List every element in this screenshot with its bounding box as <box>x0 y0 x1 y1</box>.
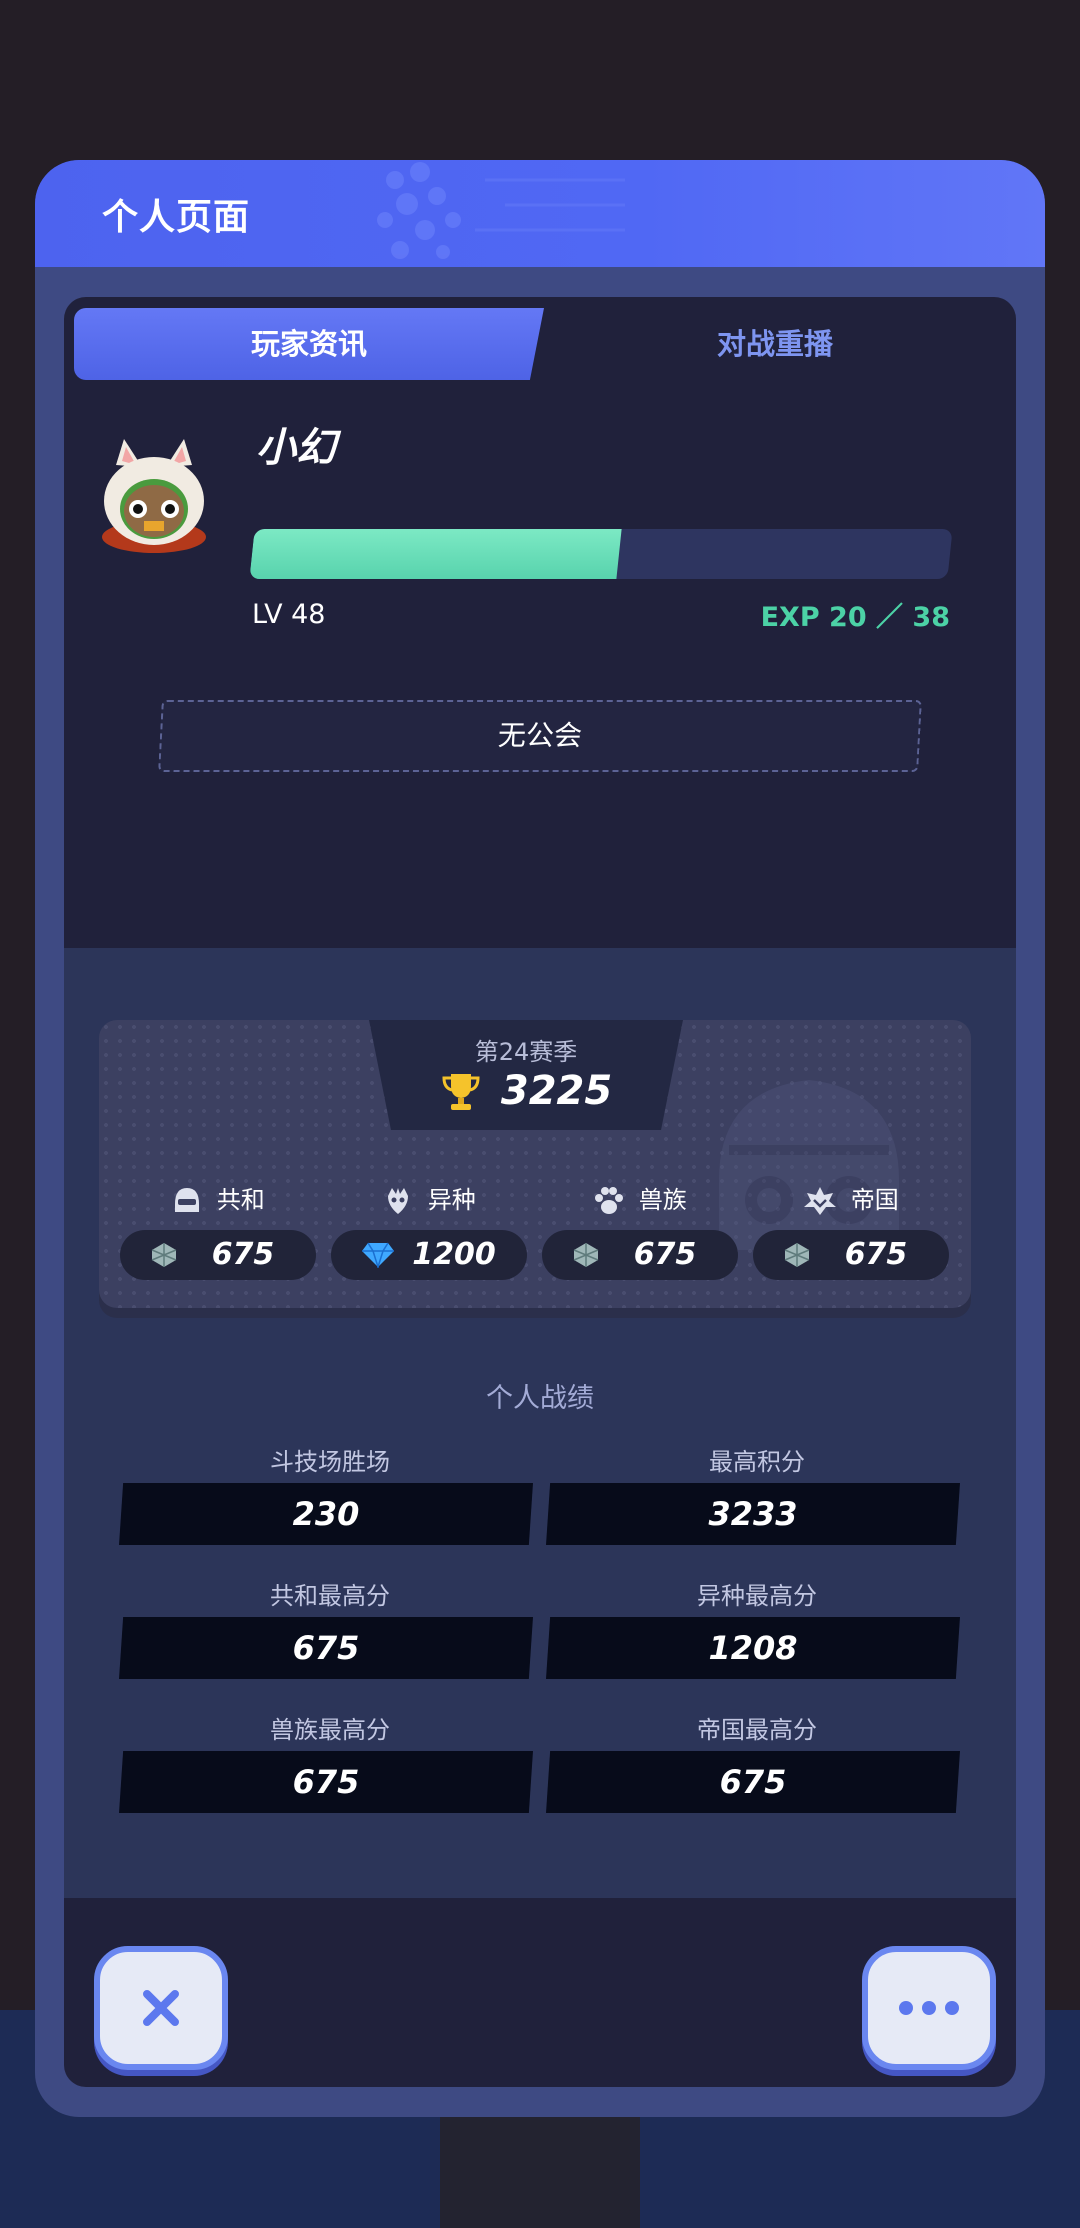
faction-score-pill: 675 <box>542 1230 738 1280</box>
close-icon <box>143 1990 179 2026</box>
season-card: 第24赛季 3225 共和 675 异种 1200 兽族 675 帝国 675 <box>99 1020 971 1308</box>
season-score: 3225 <box>500 1068 613 1114</box>
season-score-row: 3225 <box>369 1068 683 1118</box>
faction-name: 帝国 <box>850 1186 899 1214</box>
stat-label-arena-wins: 斗技场胜场 <box>270 1448 390 1476</box>
level-text: LV 48 <box>252 599 326 630</box>
stat-value-beast-best: 675 <box>119 1751 533 1813</box>
stat-label-highest-score: 最高积分 <box>709 1448 805 1476</box>
faction-empire: 帝国 675 <box>753 1180 949 1280</box>
stats-area: 第24赛季 3225 共和 675 异种 1200 兽族 675 帝国 675 … <box>64 948 1016 1898</box>
more-button[interactable] <box>862 1946 996 2070</box>
close-button[interactable] <box>94 1946 228 2070</box>
gray-gem-icon <box>151 1243 177 1267</box>
faction-beast: 兽族 675 <box>542 1180 738 1280</box>
player-name: 小幻 <box>256 425 336 471</box>
stat-label-beast-best: 兽族最高分 <box>270 1716 390 1744</box>
stat-label-republic-best: 共和最高分 <box>270 1582 390 1610</box>
page-title: 个人页面 <box>102 197 251 238</box>
faction-name: 共和 <box>216 1186 265 1214</box>
stat-value-arena-wins: 230 <box>119 1483 533 1545</box>
faction-score-pill: 675 <box>120 1230 316 1280</box>
stat-label-alien-best: 异种最高分 <box>697 1582 817 1610</box>
stat-value-empire-best: 675 <box>546 1751 960 1813</box>
exp-progress-bar <box>249 529 953 579</box>
blue-diamond-icon <box>362 1242 394 1268</box>
stat-label-empire-best: 帝国最高分 <box>697 1716 817 1744</box>
faction-score-pill: 1200 <box>331 1230 527 1280</box>
faction-name: 异种 <box>427 1186 476 1214</box>
paw-icon <box>595 1187 624 1214</box>
faction-alien: 异种 1200 <box>331 1180 527 1280</box>
stat-value-alien-best: 1208 <box>546 1617 960 1679</box>
alien-icon <box>388 1188 409 1214</box>
season-badge: 第24赛季 3225 <box>369 1020 683 1130</box>
player-avatar[interactable] <box>94 437 214 559</box>
tab-bar: 玩家资讯 对战重播 <box>64 297 1016 397</box>
faction-score: 675 <box>211 1237 275 1272</box>
header-decoration <box>377 162 625 259</box>
profile-modal: 个人页面 玩家资讯 对战重播 小幻 LV 48 EXP 20 ／ 38 无公会 <box>35 160 1045 2117</box>
helmet-icon <box>175 1188 200 1212</box>
gray-gem-icon <box>573 1243 599 1267</box>
gray-gem-icon <box>784 1243 810 1267</box>
faction-score-pill: 675 <box>753 1230 949 1280</box>
empire-icon <box>804 1187 837 1215</box>
guild-box[interactable]: 无公会 <box>158 700 922 772</box>
faction-republic: 共和 675 <box>120 1180 316 1280</box>
stats-title: 个人战绩 <box>486 1383 594 1414</box>
faction-score: 1200 <box>412 1237 496 1272</box>
modal-header: 个人页面 <box>35 160 1045 267</box>
more-icon <box>899 2001 959 2015</box>
tab-battle-replay[interactable]: 对战重播 <box>544 308 1006 380</box>
stat-value-republic-best: 675 <box>119 1617 533 1679</box>
season-label: 第24赛季 <box>474 1038 578 1066</box>
tab-player-info[interactable]: 玩家资讯 <box>74 308 544 380</box>
faction-name: 兽族 <box>638 1186 687 1214</box>
exp-progress-fill <box>249 529 622 579</box>
profile-panel: 玩家资讯 对战重播 小幻 LV 48 EXP 20 ／ 38 无公会 第24赛季… <box>64 297 1016 2087</box>
faction-score: 675 <box>633 1237 697 1272</box>
stat-value-highest-score: 3233 <box>546 1483 960 1545</box>
trophy-icon <box>442 1074 480 1110</box>
faction-score: 675 <box>844 1237 908 1272</box>
exp-text: EXP 20 ／ 38 <box>760 602 950 633</box>
